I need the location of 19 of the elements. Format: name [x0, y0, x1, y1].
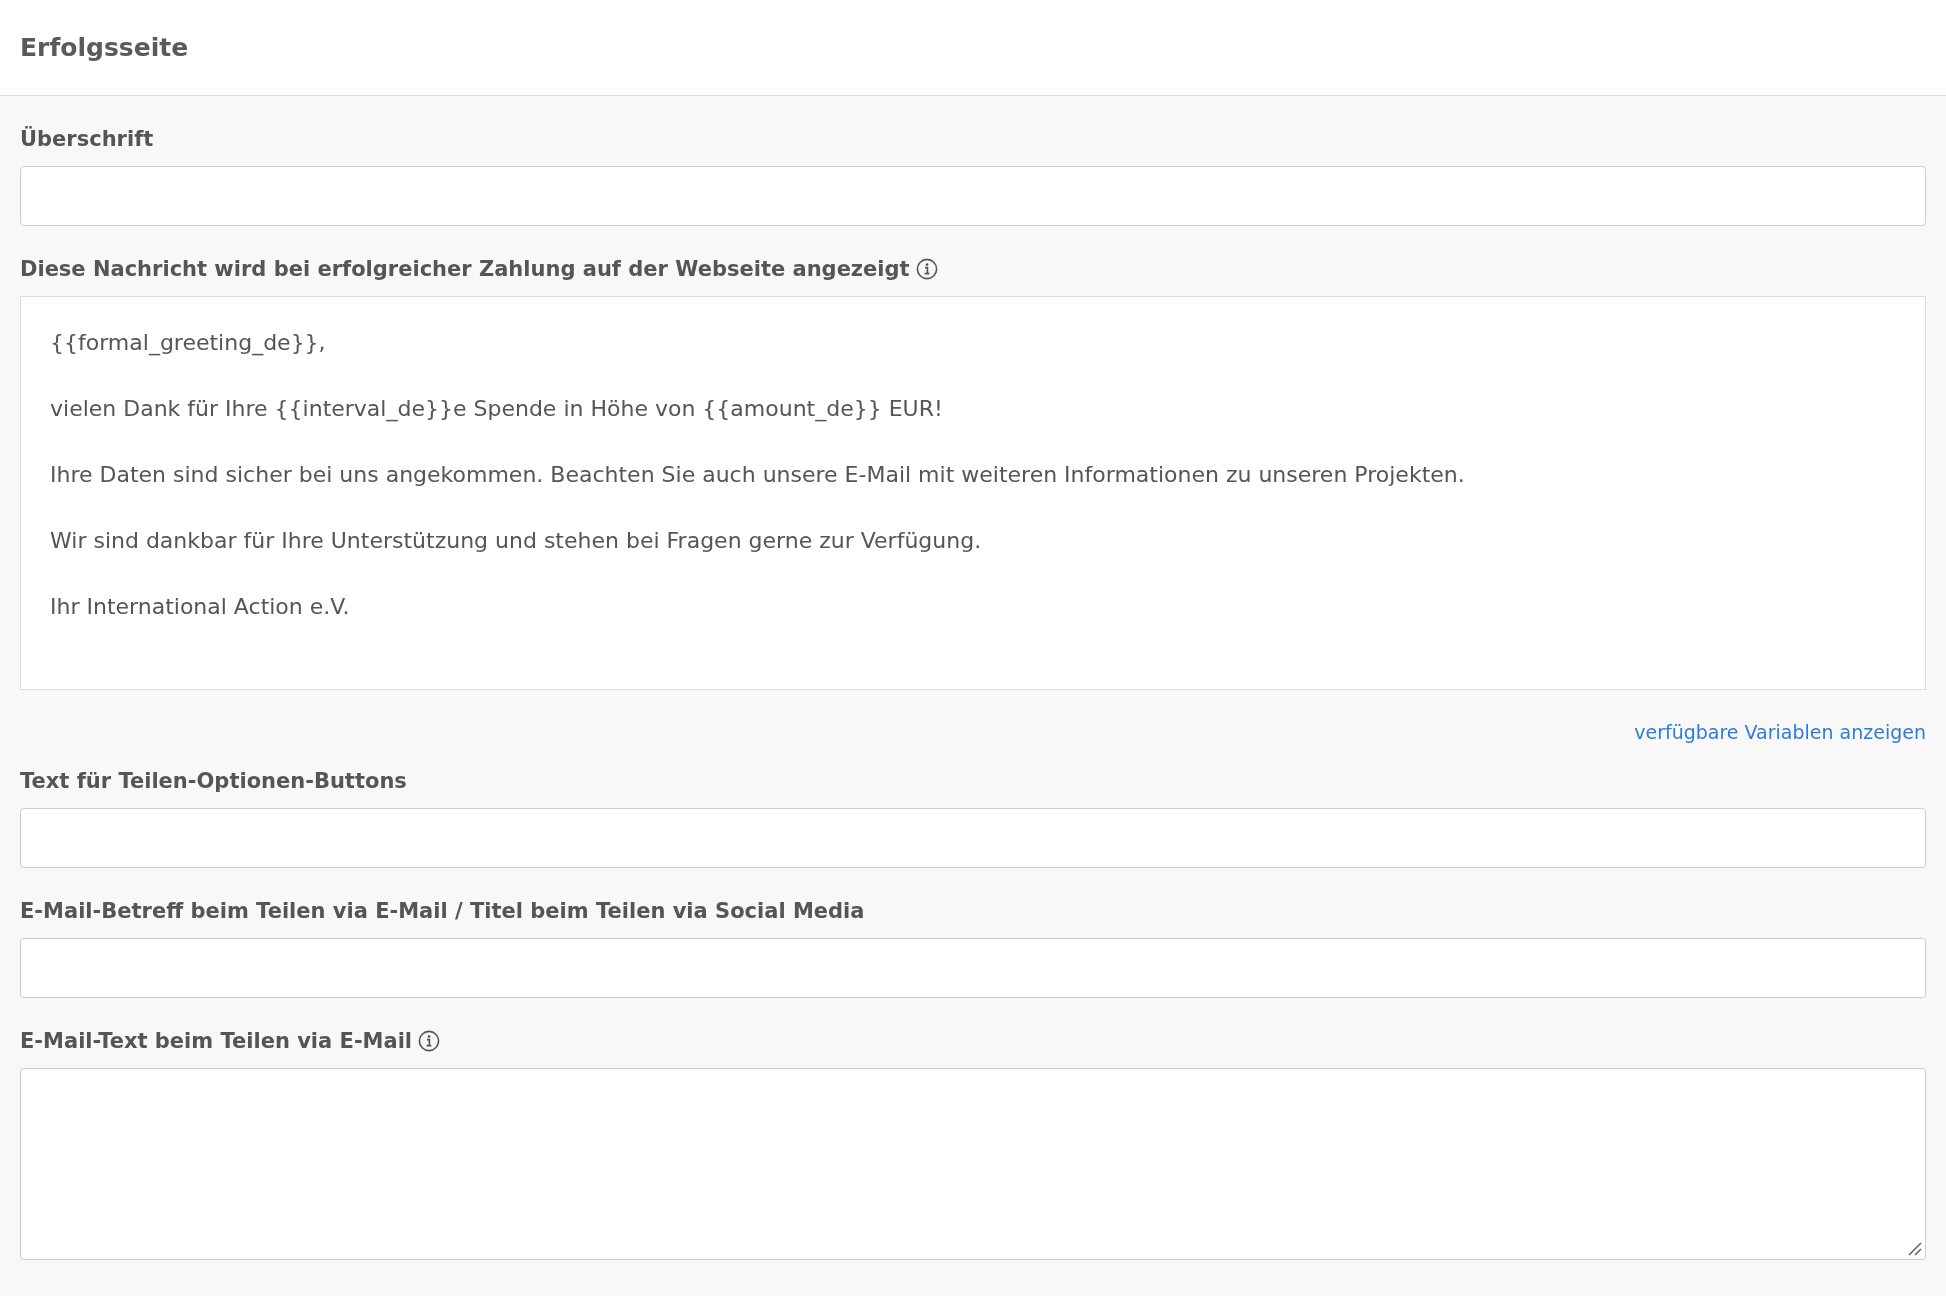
rich-text-editor[interactable]: [20, 296, 1926, 690]
field-label: E-Mail-Betreff beim Teilen via E-Mail / Titel beim Teilen via Social Media: [20, 898, 865, 925]
paragraph: Ihre Daten sind sicher bei uns angekommen. Beachten Sie auch unsere E-Mail mit weiteren Informationen zu unseren Projekten.: [50, 461, 1466, 489]
text-input[interactable]: [20, 808, 1926, 868]
resize-handle-icon[interactable]: [1908, 1242, 1922, 1256]
paragraph: Wir sind dankbar für Ihre Unterstützung und stehen bei Fragen gerne zur Verfügung.: [50, 527, 983, 555]
paragraph: vielen Dank für Ihre {{interval_de}}e Spende in Höhe von {{amount_de}} EUR!: [50, 395, 944, 424]
field-label: E-Mail-Text beim Teilen via E-Mail: [20, 1028, 413, 1055]
page-title: Erfolgsseite: [20, 31, 189, 64]
text-input[interactable]: [20, 938, 1926, 998]
paragraph: Ihr International Action e.V.: [50, 593, 351, 621]
info-icon[interactable]: [418, 1030, 441, 1052]
field-label: Diese Nachricht wird bei erfolgreicher Zahlung auf der Webseite angezeigt: [20, 256, 910, 283]
text-input[interactable]: [20, 166, 1926, 226]
show-variables-link[interactable]: verfügbare Variablen anzeigen: [1634, 718, 1926, 746]
paragraph: {{formal_greeting_de}},: [50, 329, 327, 358]
field-label: Überschrift: [20, 125, 154, 153]
info-icon[interactable]: [915, 258, 938, 280]
field-label: Text für Teilen-Optionen-Buttons: [20, 768, 407, 795]
